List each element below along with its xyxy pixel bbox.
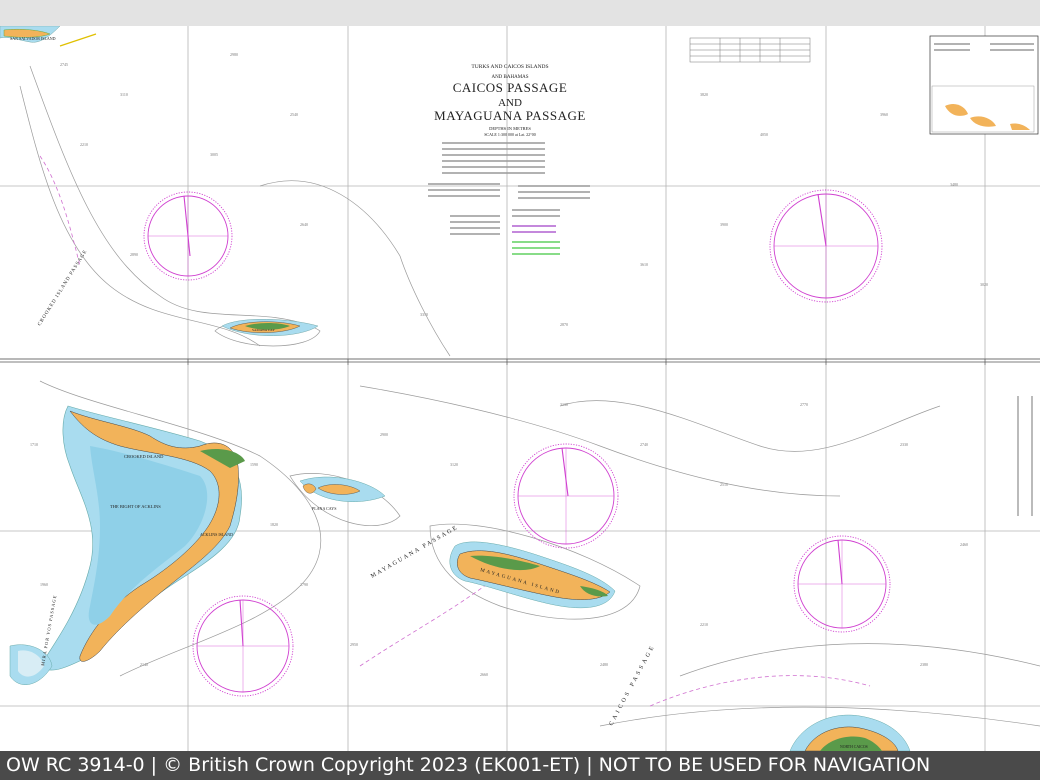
svg-text:2900: 2900 [380,432,388,437]
svg-text:1960: 1960 [40,582,48,587]
svg-text:2890: 2890 [130,252,138,257]
svg-text:3480: 3480 [950,182,958,187]
svg-text:3005: 3005 [210,152,218,157]
label-bight-acklins: THE BIGHT OF ACKLINS [110,504,161,509]
svg-text:2480: 2480 [600,662,608,667]
svg-text:3120: 3120 [450,462,458,467]
svg-text:2210: 2210 [700,622,708,627]
label-acklins: ACKLINS ISLAND [200,532,233,537]
title-line1: CAICOS PASSAGE [453,80,568,95]
svg-text:2380: 2380 [920,662,928,667]
svg-text:3110: 3110 [120,92,128,97]
svg-text:2740: 2740 [640,442,648,447]
svg-text:2870: 2870 [560,322,568,327]
label-san-salvador: SAN SALVADOR ISLAND [10,36,56,41]
nautical-chart[interactable]: 2745 3110 2980 2540 3005 2210 3820 4050 3960 3… [0,26,1040,751]
copyright-footer: OW RC 3914-0 | © British Crown Copyright… [0,751,1040,780]
svg-text:1820: 1820 [270,522,278,527]
inset-map [929,35,1039,135]
svg-text:2770: 2770 [800,402,808,407]
svg-text:2950: 2950 [350,642,358,647]
svg-text:3610: 3610 [640,262,648,267]
svg-text:2745: 2745 [60,62,68,67]
label-north-caicos: NORTH CAICOS [840,745,868,749]
svg-text:2210: 2210 [80,142,88,147]
title-depths: DEPTHS IN METRES [489,126,531,131]
label-crooked-island: CROOKED ISLAND [124,454,164,459]
svg-text:2660: 2660 [480,672,488,677]
label-plana-cays: PLANA CAYS [312,506,336,511]
svg-text:3960: 3960 [880,112,888,117]
title-scale: SCALE 1:300 000 at Lat. 22°00 [484,132,536,137]
svg-text:3020: 3020 [980,282,988,287]
svg-text:1590: 1590 [250,462,258,467]
svg-text:1710: 1710 [30,442,38,447]
svg-text:2540: 2540 [290,112,298,117]
svg-text:3900: 3900 [720,222,728,227]
top-toolbar-bar [0,0,1040,27]
svg-text:2640: 2640 [300,222,308,227]
svg-text:4050: 4050 [760,132,768,137]
title-region: TURKS AND CAICOS ISLANDS [471,64,548,70]
label-samana-cay: SAMANA CAY [252,328,275,332]
svg-text:2460: 2460 [960,542,968,547]
title-line3: MAYAGUANA PASSAGE [434,108,586,123]
svg-text:2980: 2980 [230,52,238,57]
svg-text:3820: 3820 [700,92,708,97]
svg-text:2330: 2330 [900,442,908,447]
